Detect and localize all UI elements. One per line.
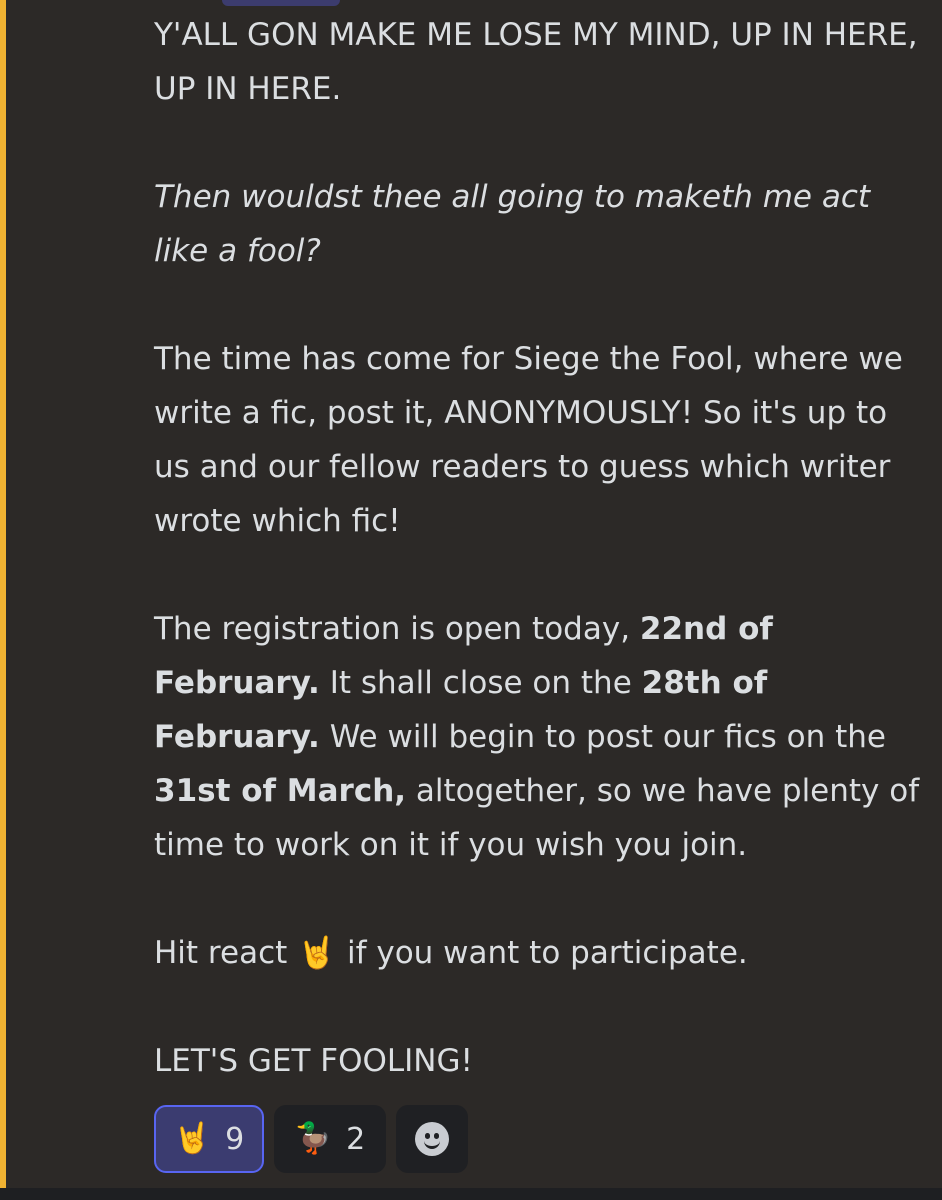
reaction-rock-on[interactable]: 🤘 9	[154, 1105, 264, 1173]
message-content: Y'ALL GON MAKE ME LOSE MY MIND, UP IN HE…	[154, 8, 924, 1088]
rock-on-emoji-icon: 🤘	[297, 935, 337, 971]
text-segment: We will begin to post our fics on the	[319, 719, 886, 755]
reaction-duck[interactable]: 🦆 2	[274, 1105, 386, 1173]
message-line-2: Then wouldst thee all going to maketh me…	[154, 179, 871, 269]
bold-date-post: 31st of March,	[154, 773, 407, 809]
reactions-bar: 🤘 9 🦆 2	[154, 1105, 468, 1173]
message-paragraph-5: Hit react 🤘 if you want to participate.	[154, 926, 924, 980]
add-reaction-button[interactable]	[396, 1105, 468, 1173]
text-segment: Hit react	[154, 935, 298, 971]
reaction-count: 2	[346, 1121, 366, 1157]
duck-emoji-icon: 🦆	[294, 1121, 333, 1156]
reaction-count: 9	[225, 1121, 245, 1157]
bottom-divider	[0, 1188, 942, 1200]
message-paragraph-6: LET'S GET FOOLING!	[154, 1043, 473, 1079]
mention-highlight-bar	[0, 0, 6, 1188]
text-segment: It shall close on the	[319, 665, 642, 701]
message-paragraph-4: The registration is open today, 22nd of …	[154, 602, 924, 872]
smiley-face-icon	[415, 1122, 449, 1156]
rock-on-emoji-icon: 🤘	[173, 1121, 212, 1156]
message-paragraph-3: The time has come for Siege the Fool, wh…	[154, 341, 903, 539]
role-tag	[222, 0, 340, 6]
message-line-1: Y'ALL GON MAKE ME LOSE MY MIND, UP IN HE…	[154, 17, 918, 107]
text-segment: The registration is open today,	[154, 611, 640, 647]
text-segment: if you want to participate.	[337, 935, 748, 971]
